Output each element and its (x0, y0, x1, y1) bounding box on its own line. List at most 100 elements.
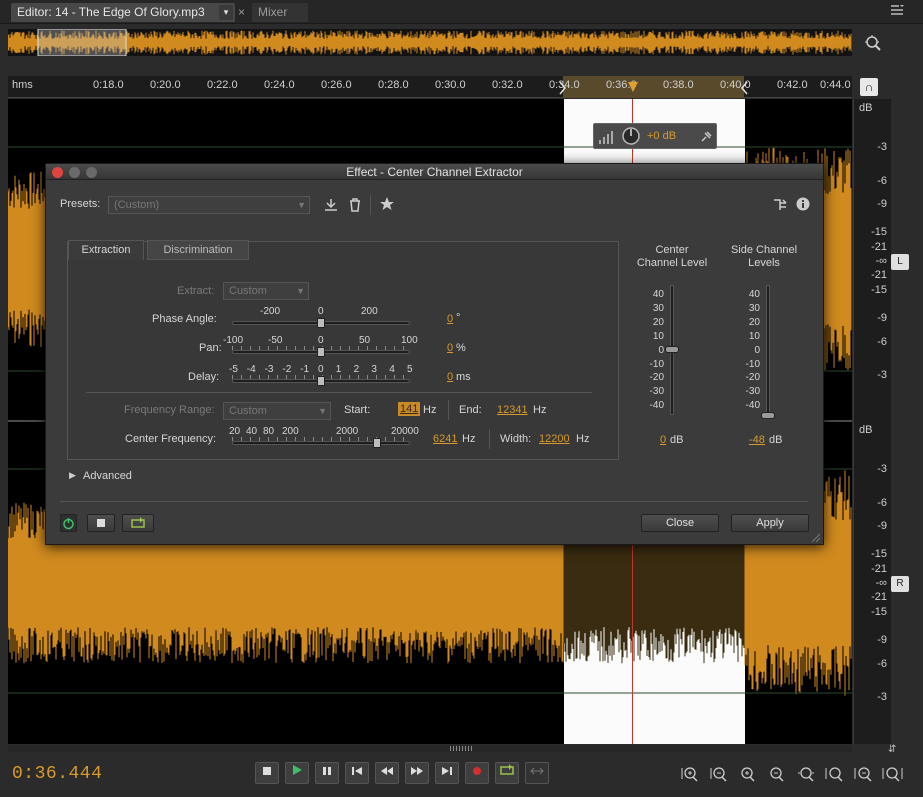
stop-button[interactable] (255, 762, 279, 784)
record-button[interactable] (465, 762, 489, 784)
skip-forward-icon (442, 767, 452, 775)
center-frequency-slider[interactable] (232, 441, 410, 445)
zoom-out-point-icon[interactable] (852, 766, 876, 782)
side-channel-slider[interactable] (766, 285, 770, 415)
selection-end-handle[interactable] (737, 80, 757, 100)
volume-hud[interactable]: +0 dB (593, 123, 717, 149)
pan-value[interactable]: 0 (447, 342, 453, 354)
delay-scale-label: -4 (246, 364, 256, 375)
phase-angle-knob[interactable] (317, 318, 325, 328)
save-preset-icon[interactable] (323, 197, 339, 213)
end-value[interactable]: 12341 (497, 404, 528, 416)
center-channel-knob[interactable] (665, 346, 679, 353)
footer-divider (60, 501, 808, 502)
db-header-bottom: dB (859, 424, 873, 436)
loop-button[interactable] (495, 762, 519, 784)
presets-dropdown[interactable]: (Custom) ▼ (108, 196, 310, 214)
level-scale-label: -20 (649, 372, 664, 384)
current-time-display[interactable]: 0:36.444 (12, 764, 102, 784)
pin-icon[interactable] (699, 130, 713, 144)
side-channel-value[interactable]: -48 (749, 434, 765, 446)
delay-label: Delay: (188, 371, 220, 383)
tab-extraction[interactable]: Extraction (68, 240, 144, 260)
channel-left-badge[interactable]: L (891, 254, 909, 270)
level-scale-label: 30 (652, 302, 664, 314)
pan-unit: % (456, 342, 466, 354)
zoom-in-time-icon[interactable] (736, 766, 760, 782)
center-channel-value[interactable]: 0 (660, 434, 666, 446)
channel-right-badge[interactable]: R (891, 576, 909, 592)
volume-value[interactable]: +0 dB (647, 130, 676, 142)
zoom-out-time-icon[interactable] (765, 766, 789, 782)
favorite-star-icon[interactable] (379, 196, 395, 212)
horizontal-scroll[interactable] (8, 745, 852, 752)
zoom-full-icon[interactable] (864, 34, 882, 52)
delay-knob[interactable] (317, 376, 325, 386)
pause-button[interactable] (315, 762, 339, 784)
frequency-range-dropdown[interactable]: Custom ▼ (223, 402, 331, 420)
loop-preview-button[interactable] (122, 514, 154, 532)
zoom-selection-icon[interactable] (881, 766, 905, 782)
volume-knob[interactable] (621, 126, 641, 146)
zoom-in-point-icon[interactable] (823, 766, 847, 782)
delay-value[interactable]: 0 (447, 371, 453, 383)
level-scale-label: 40 (748, 289, 760, 300)
close-button[interactable]: Close (641, 514, 719, 532)
play-button[interactable] (285, 762, 309, 784)
zoom-out-amplitude-icon[interactable] (707, 766, 731, 782)
zoom-in-amplitude-icon[interactable] (678, 766, 702, 782)
dialog-titlebar[interactable]: Effect - Center Channel Extractor (46, 164, 823, 180)
chevron-down-icon: ▼ (296, 286, 305, 296)
center-frequency-value[interactable]: 6241 (433, 433, 457, 445)
tab-discrimination[interactable]: Discrimination (147, 240, 249, 260)
ruler-tick-label: 0:20.0 (150, 79, 181, 91)
snap-magnet-icon[interactable]: ∩ (860, 78, 878, 96)
selection-start-handle[interactable] (555, 80, 575, 100)
resize-grip-icon[interactable] (811, 533, 821, 543)
db-header-top: dB (859, 102, 873, 114)
playhead-marker-icon[interactable] (626, 80, 640, 94)
cf-scale-5: 20000 (391, 426, 419, 437)
level-scale-label: 0 (658, 344, 664, 356)
overview-waveform[interactable] (8, 29, 852, 56)
tab-mixer[interactable]: Mixer (252, 3, 308, 22)
panel-menu-icon[interactable] (890, 4, 904, 19)
routing-icon[interactable] (772, 197, 788, 213)
db-tick-label: -6 (877, 497, 887, 509)
stop-preview-button[interactable] (87, 514, 115, 532)
width-value[interactable]: 12200 (539, 433, 570, 445)
extract-dropdown[interactable]: Custom ▼ (223, 282, 309, 300)
level-scale-label: 10 (748, 330, 760, 342)
trash-icon[interactable] (347, 197, 363, 213)
db-tick-label: -21 (871, 269, 887, 281)
fast-forward-button[interactable] (405, 762, 429, 784)
skip-selection-button[interactable] (525, 762, 549, 784)
ruler-tick-label: 0:30.0 (435, 79, 466, 91)
file-dropdown-icon[interactable]: ▾ (219, 5, 233, 20)
advanced-label[interactable]: Advanced (83, 470, 132, 482)
close-tab-icon[interactable]: × (238, 3, 245, 22)
zoom-full-icon[interactable] (794, 766, 818, 782)
info-icon[interactable] (795, 196, 811, 212)
next-button[interactable] (435, 762, 459, 784)
rewind-button[interactable] (375, 762, 399, 784)
tab-editor[interactable]: Editor: 14 - The Edge Of Glory.mp3 ▾ (11, 3, 235, 22)
extract-value: Custom (229, 285, 267, 297)
advanced-expand-icon[interactable]: ▶ (69, 470, 76, 481)
phase-angle-value[interactable]: 0 (447, 313, 453, 325)
pan-knob[interactable] (317, 347, 325, 357)
center-frequency-knob[interactable] (373, 438, 381, 448)
level-scale-label: -40 (745, 400, 760, 412)
start-value[interactable]: 141 (398, 402, 421, 416)
power-button[interactable] (60, 514, 77, 532)
side-channel-knob[interactable] (761, 412, 775, 419)
scroll-grip[interactable] (450, 746, 474, 751)
cf-scale-4: 2000 (336, 426, 359, 437)
apply-button[interactable]: Apply (731, 514, 809, 532)
vertical-zoom-icon[interactable]: ⇵ (888, 744, 896, 755)
db-tick-label: -6 (877, 658, 887, 670)
section-divider (86, 392, 592, 393)
ruler-tick-label: 0:24.0 (264, 79, 295, 91)
db-tick-label: -15 (871, 606, 887, 618)
previous-button[interactable] (345, 762, 369, 784)
